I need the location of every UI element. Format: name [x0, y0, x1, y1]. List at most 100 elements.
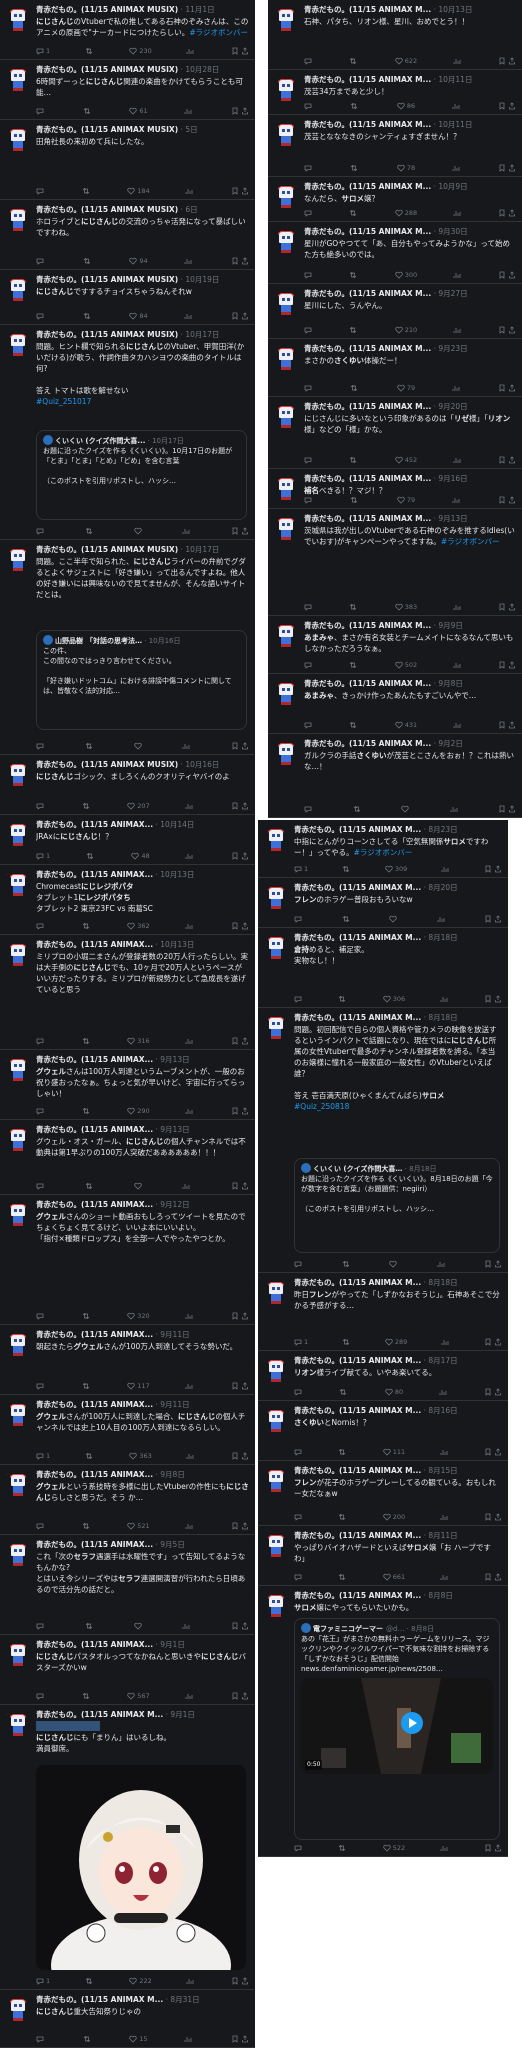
retweet-action[interactable]	[350, 496, 360, 504]
author-name[interactable]: 青赤だもの。(11/15 ANIMAX M...	[294, 1531, 421, 1540]
retweet-action[interactable]	[342, 915, 352, 923]
reply-icon[interactable]	[36, 1522, 44, 1530]
like-action[interactable]: 79	[397, 496, 415, 504]
tweet-date[interactable]: 10月13日	[160, 940, 194, 949]
tweet-date[interactable]: 9月13日	[160, 1125, 189, 1134]
like-icon[interactable]	[385, 1388, 393, 1396]
avatar[interactable]	[264, 936, 288, 960]
retweet-action[interactable]	[350, 164, 360, 172]
like-icon[interactable]	[383, 1844, 391, 1852]
share-icon[interactable]	[241, 922, 249, 930]
tweet-date[interactable]: 9月30日	[438, 227, 467, 236]
like-icon[interactable]	[129, 257, 138, 265]
views-icon[interactable]	[185, 802, 193, 810]
author-name[interactable]: 青赤だもの。(11/15 ANIMAX MUSIX)	[36, 275, 178, 284]
views-icon[interactable]	[440, 1573, 448, 1581]
bookmark-icon[interactable]	[484, 995, 492, 1003]
retweet-icon[interactable]	[338, 1448, 346, 1456]
tweet[interactable]: 青赤だもの。(11/15 ANIMAX... · 9月12日 グウェルさんのショー…	[0, 1195, 255, 1325]
author-name[interactable]: 青赤だもの。(11/15 ANIMAX MUSIX)	[36, 65, 178, 74]
bookmark-icon[interactable]	[231, 257, 239, 265]
avatar[interactable]	[274, 682, 298, 706]
share-icon[interactable]	[508, 721, 516, 729]
retweet-action[interactable]	[82, 1107, 92, 1115]
views-icon[interactable]	[453, 603, 461, 611]
reply-icon[interactable]	[36, 527, 44, 535]
tweet[interactable]: 青赤だもの。(11/15 ANIMAX... · 9月13日 グウェル・オス・ガー…	[0, 1120, 255, 1195]
reply-action[interactable]	[36, 187, 46, 195]
tweet-date[interactable]: 9月13日	[160, 1055, 189, 1064]
share-icon[interactable]	[241, 1622, 249, 1630]
reply-icon[interactable]	[304, 805, 312, 813]
tweet-date[interactable]: 10月17日	[185, 545, 219, 554]
avatar[interactable]	[6, 128, 30, 152]
author-name[interactable]: 青赤だもの。(11/15 ANIMAX...	[36, 870, 153, 879]
reply-icon[interactable]	[36, 1107, 44, 1115]
avatar[interactable]	[274, 624, 298, 648]
retweet-icon[interactable]	[82, 1522, 90, 1530]
tweet-date[interactable]: 8月23日	[428, 825, 457, 834]
reply-icon[interactable]	[36, 802, 44, 810]
avatar[interactable]	[6, 763, 30, 787]
author-name[interactable]: 青赤だもの。(11/15 ANIMAX M...	[294, 883, 421, 892]
reply-icon[interactable]	[36, 852, 44, 860]
like-icon[interactable]	[395, 271, 403, 279]
retweet-action[interactable]	[339, 1388, 349, 1396]
retweet-action[interactable]	[342, 865, 352, 873]
author-name[interactable]: 青赤だもの。(11/15 ANIMAX M...	[304, 75, 431, 84]
reply-action[interactable]	[294, 995, 304, 1003]
retweet-action[interactable]	[349, 456, 359, 464]
retweet-action[interactable]	[82, 1382, 92, 1390]
author-name[interactable]: 青赤だもの。(11/15 ANIMAX MUSIX)	[36, 125, 178, 134]
like-action[interactable]	[133, 742, 144, 750]
tweet-date[interactable]: 8月17日	[428, 1356, 457, 1365]
like-action[interactable]: 111	[383, 1448, 405, 1456]
like-action[interactable]: 431	[395, 721, 417, 729]
tweet-date[interactable]: 10月17日	[185, 330, 219, 339]
retweet-action[interactable]	[353, 805, 363, 813]
bookmark-icon[interactable]	[231, 1037, 239, 1045]
like-action[interactable]: 452	[395, 456, 417, 464]
views-icon[interactable]	[184, 2035, 192, 2043]
retweet-icon[interactable]	[82, 1312, 90, 1320]
bookmark-icon[interactable]	[498, 209, 506, 217]
tweet[interactable]: 青赤だもの。(11/15 ANIMAX MUSIX) · 5日 田角社長の来初めて…	[0, 120, 255, 200]
retweet-action[interactable]	[83, 2035, 93, 2043]
like-icon[interactable]	[385, 865, 393, 873]
tweet-date[interactable]: 9月11日	[160, 1400, 189, 1409]
like-icon[interactable]	[133, 527, 142, 535]
views-icon[interactable]	[185, 1692, 193, 1700]
share-icon[interactable]	[494, 1844, 502, 1852]
author-name[interactable]: 青赤だもの。(11/15 ANIMAX MUSIX)	[36, 205, 178, 214]
author-name[interactable]: 青赤だもの。(11/15 ANIMAX M...	[36, 1710, 163, 1719]
bookmark-icon[interactable]	[484, 1448, 492, 1456]
tweet-date[interactable]: 10月19日	[185, 275, 219, 284]
like-icon[interactable]	[129, 1452, 138, 1460]
author-name[interactable]: 青赤だもの。(11/15 ANIMAX...	[36, 1540, 153, 1549]
views-action[interactable]	[453, 721, 463, 729]
quote-author[interactable]: 山野品樹	[55, 637, 83, 645]
retweet-icon[interactable]	[342, 915, 350, 923]
like-icon[interactable]	[127, 187, 135, 195]
retweet-action[interactable]	[349, 271, 359, 279]
reply-icon[interactable]	[36, 1692, 44, 1700]
tweet[interactable]: 青赤だもの。(11/15 ANIMAX M... · 8月20日 フレンのホラゲー…	[258, 878, 508, 928]
views-icon[interactable]	[182, 1622, 190, 1630]
like-action[interactable]: 316	[127, 1037, 150, 1045]
tweet-date[interactable]: 11月1日	[185, 5, 214, 14]
video-thumbnail[interactable]: 0:50	[301, 1678, 493, 1774]
bookmark-icon[interactable]	[231, 1452, 239, 1460]
bookmark-icon[interactable]	[231, 1522, 239, 1530]
bookmark-icon[interactable]	[231, 312, 239, 320]
views-icon[interactable]	[452, 164, 460, 172]
tweet[interactable]: 青赤だもの。(11/15 ANIMAX MUSIX) · 6日 ホロライブとにじさ…	[0, 200, 255, 270]
bookmark-icon[interactable]	[498, 721, 506, 729]
tweet-date[interactable]: 9月9日	[438, 621, 463, 630]
tweet[interactable]: 青赤だもの。(11/15 ANIMAX... · 9月11日 朝起きたらグウェルさ…	[0, 1325, 255, 1395]
author-name[interactable]: 青赤だもの。(11/15 ANIMAX M...	[304, 5, 431, 14]
reply-icon[interactable]	[304, 384, 312, 392]
like-icon[interactable]	[395, 661, 403, 669]
tweet[interactable]: 青赤だもの。(11/15 ANIMAX... · 10月13日 ミリプロの小堀二ま…	[0, 935, 255, 1050]
share-icon[interactable]	[241, 1182, 249, 1190]
like-action[interactable]: 84	[129, 312, 148, 320]
